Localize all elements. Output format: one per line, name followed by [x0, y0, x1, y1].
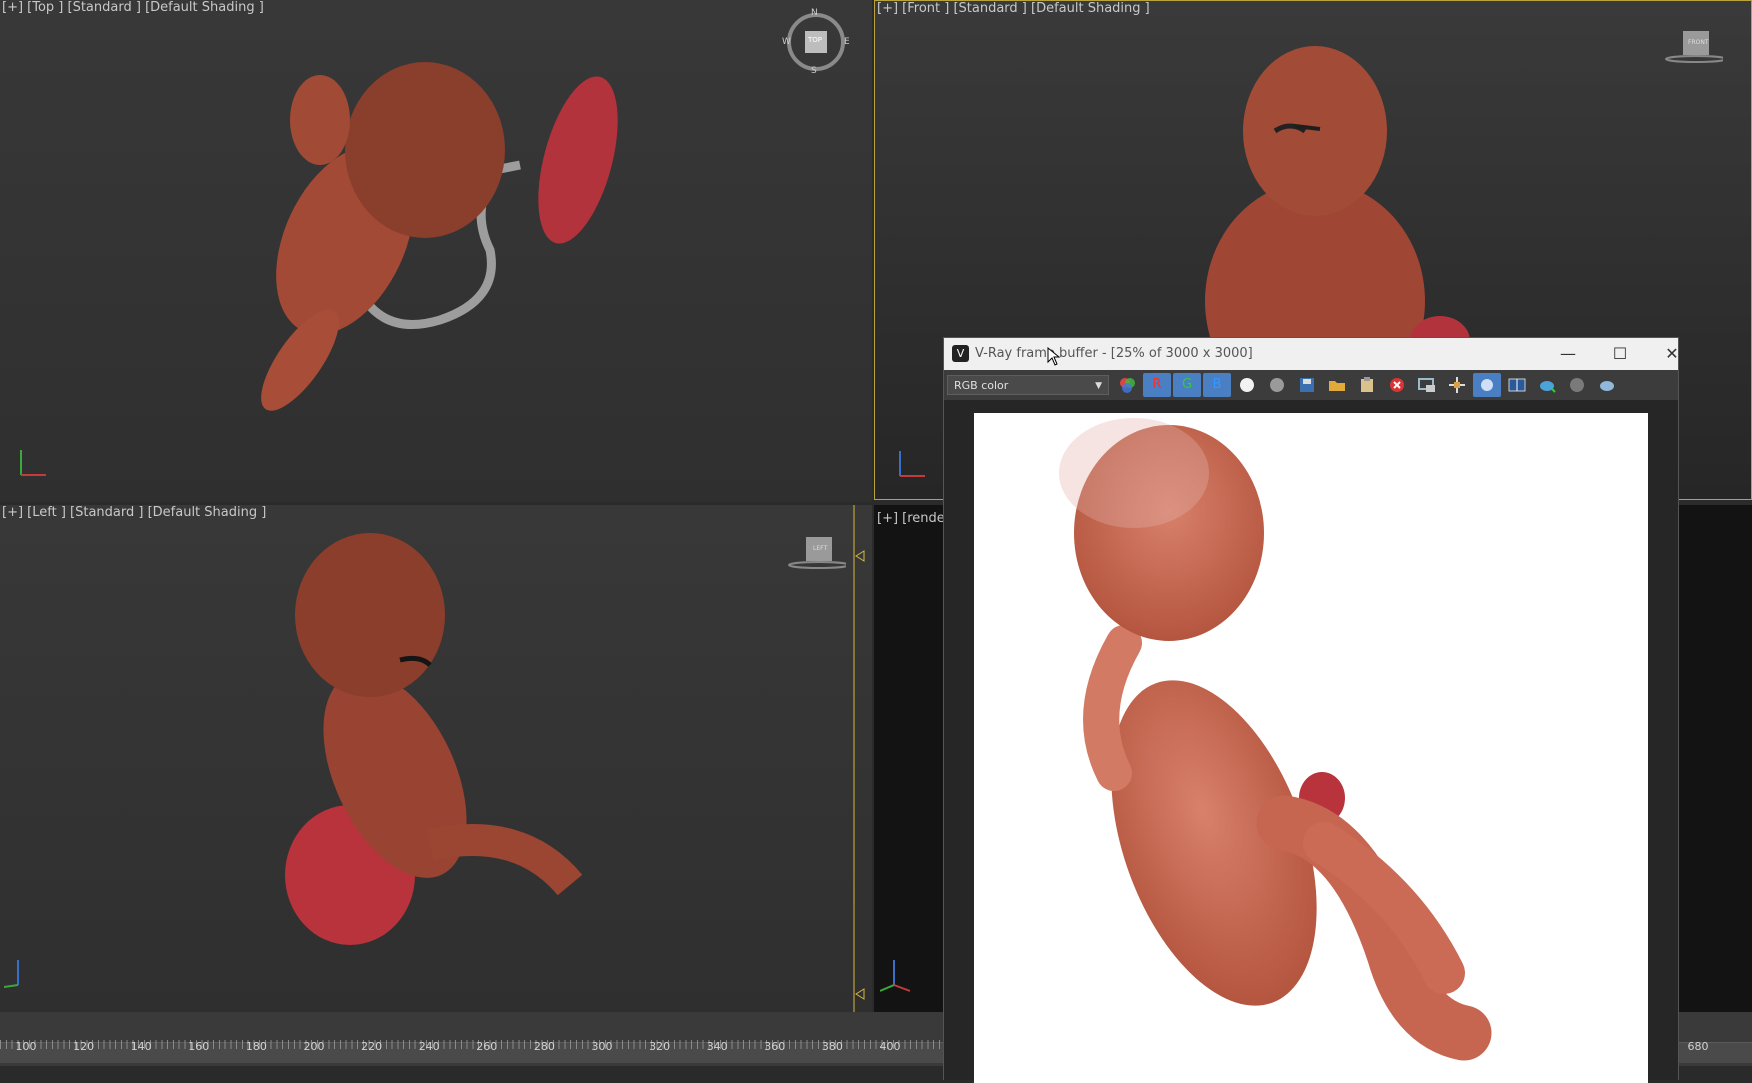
timeline-tick-label: 340: [706, 1040, 728, 1053]
timeline-tick-label: 320: [649, 1040, 671, 1053]
color-channels-icon[interactable]: [1113, 373, 1141, 397]
open-folder-icon[interactable]: [1323, 373, 1351, 397]
vray-frame-buffer-window[interactable]: V V-Ray frame buffer - [25% of 3000 x 30…: [943, 337, 1679, 1083]
clear-icon[interactable]: [1383, 373, 1411, 397]
maximize-button[interactable]: ☐: [1594, 338, 1646, 370]
timeline-tick-label: 280: [533, 1040, 555, 1053]
viewcube-icon: [788, 537, 850, 569]
alpha-white-icon[interactable]: [1233, 373, 1261, 397]
axis-gizmo-icon: [4, 960, 19, 988]
compass-north: N: [811, 8, 818, 18]
frame-buffer-title: V-Ray frame buffer - [25% of 3000 x 3000…: [975, 346, 1253, 361]
timeline-tick-label: 400: [879, 1040, 901, 1053]
compass-south: S: [811, 66, 817, 76]
vray-logo-icon: V: [952, 345, 969, 362]
compass-east: E: [844, 37, 850, 47]
timeline-tick-label: 300: [591, 1040, 613, 1053]
timeline-tick-label: 360: [764, 1040, 786, 1053]
green-channel-button[interactable]: G: [1173, 373, 1201, 397]
channel-select-value: RGB color: [954, 379, 1009, 392]
axis-gizmo-icon: [880, 960, 911, 992]
left-viewport-scene: [285, 533, 583, 945]
channel-select[interactable]: RGB color ▼: [947, 375, 1109, 395]
timeline-tick-label: 380: [821, 1040, 843, 1053]
timeline-tick-label: 260: [476, 1040, 498, 1053]
timeline-tick-label: 180: [245, 1040, 267, 1053]
top-viewport-scene: [261, 62, 618, 411]
red-channel-button[interactable]: R: [1143, 373, 1171, 397]
frame-buffer-toolbar: RGB color ▼ R G B: [944, 370, 1678, 400]
minimize-button[interactable]: —: [1542, 338, 1594, 370]
viewcube-icon: [1665, 31, 1727, 63]
monochrome-icon[interactable]: [1263, 373, 1291, 397]
close-button[interactable]: ✕: [1646, 338, 1698, 370]
timeline-tick-label: 100: [15, 1040, 37, 1053]
stop-render-icon[interactable]: [1563, 373, 1591, 397]
camera-range-marker: [853, 505, 865, 1012]
clipboard-icon[interactable]: [1353, 373, 1381, 397]
viewcube-front[interactable]: FRONT: [1663, 31, 1727, 67]
top-viewport[interactable]: [+] [Top ] [Standard ] [Default Shading …: [0, 0, 872, 502]
timeline-tick-label: 160: [188, 1040, 210, 1053]
blue-channel-button[interactable]: B: [1203, 373, 1231, 397]
chevron-down-icon: ▼: [1095, 381, 1102, 391]
render-viewport-label[interactable]: [+] [render: [877, 511, 950, 526]
rendered-image: [974, 413, 1648, 1083]
region-render-icon[interactable]: [1413, 373, 1441, 397]
left-viewport[interactable]: [+] [Left ] [Standard ] [Default Shading…: [0, 505, 872, 1012]
viewcube-front-face: FRONT: [1688, 39, 1709, 46]
timeline-tick-label: 240: [418, 1040, 440, 1053]
viewcube-left-face: LEFT: [813, 545, 828, 552]
render-teapot-icon[interactable]: [1533, 373, 1561, 397]
timeline-tick-label: 200: [303, 1040, 325, 1053]
viewcube-top-face: TOP: [808, 36, 823, 44]
axis-gizmo-icon: [899, 451, 925, 477]
teapot-icon[interactable]: [1593, 373, 1621, 397]
save-icon[interactable]: [1293, 373, 1321, 397]
axis-gizmo-icon: [20, 450, 46, 476]
rendered-fetus-image: [1059, 418, 1492, 1061]
timeline-tick-label: 220: [361, 1040, 383, 1053]
compass-west: W: [782, 37, 791, 47]
timeline-tick-right: 680: [1687, 1040, 1709, 1053]
track-mouse-icon[interactable]: [1443, 373, 1471, 397]
mouse-cursor-icon: [1047, 347, 1061, 366]
render-last-icon[interactable]: [1473, 373, 1501, 397]
compare-icon[interactable]: [1503, 373, 1531, 397]
viewcube-left[interactable]: LEFT: [786, 537, 850, 573]
timeline-tick-label: 140: [130, 1040, 152, 1053]
viewcube-top[interactable]: N S E W TOP: [782, 8, 850, 76]
timeline-tick-label: 120: [73, 1040, 95, 1053]
